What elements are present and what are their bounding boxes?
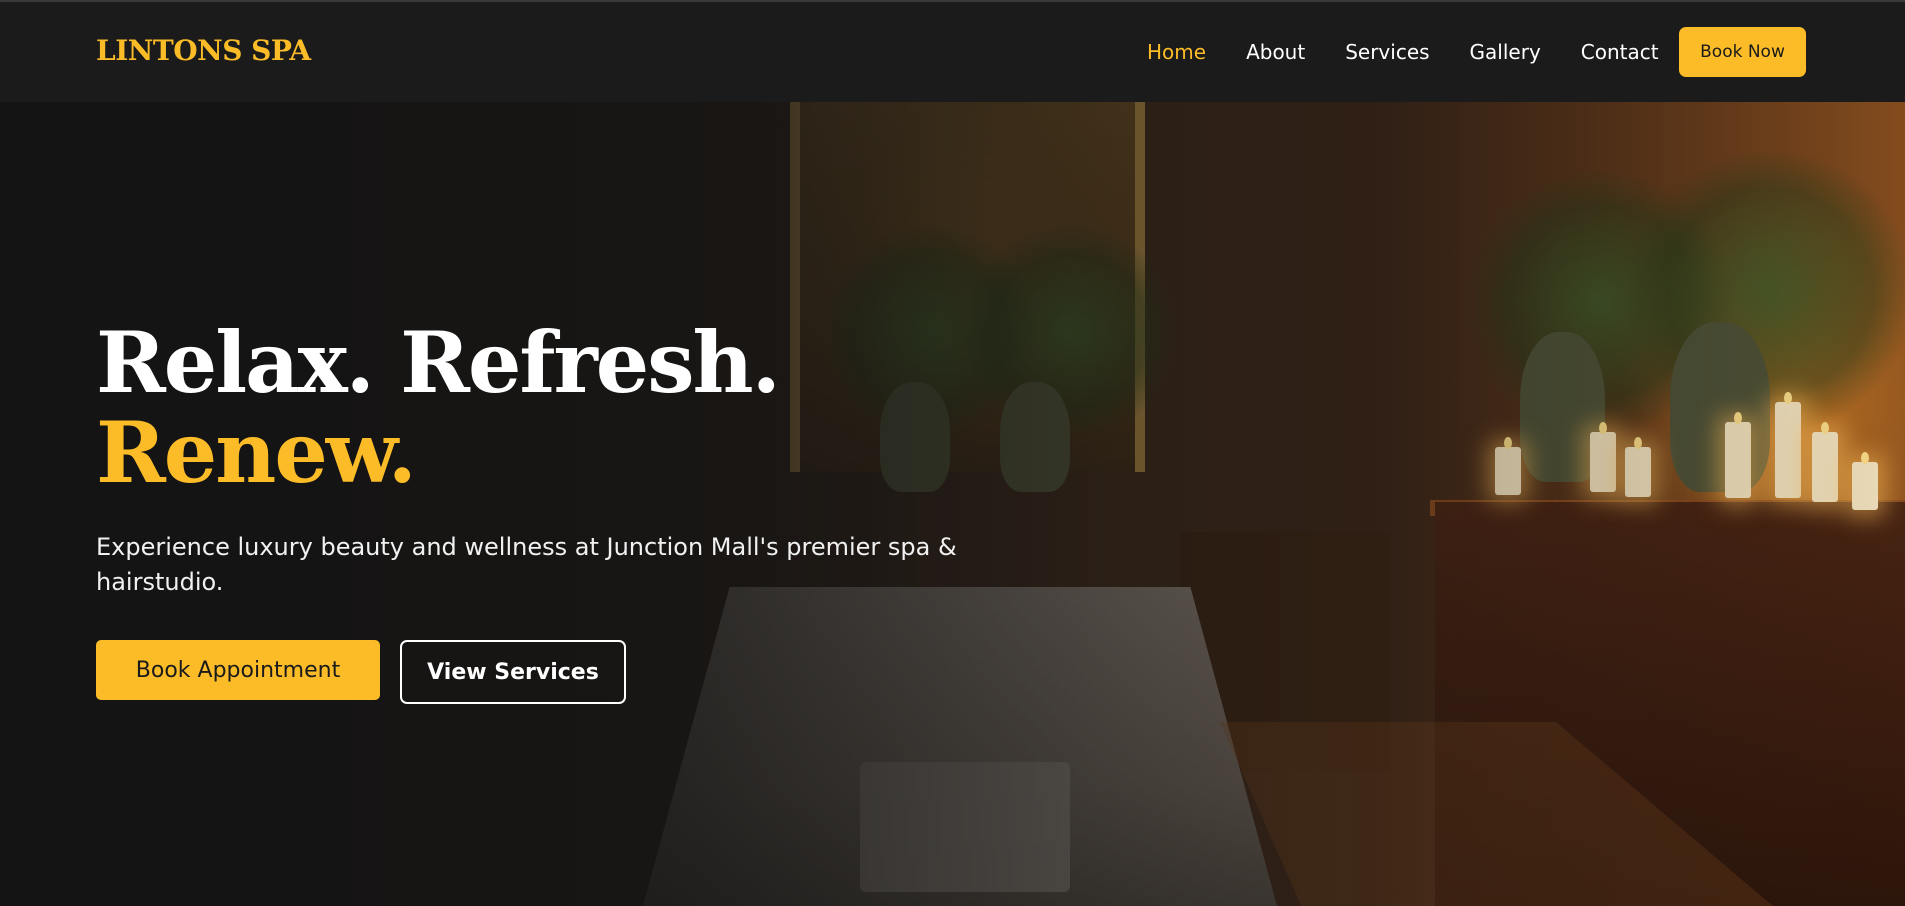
hero-headline-accent: Renew. [96, 403, 417, 502]
nav-link-services[interactable]: Services [1345, 40, 1429, 64]
brand-logo[interactable]: LINTONS SPA [96, 34, 311, 67]
view-services-button[interactable]: View Services [400, 640, 626, 704]
nav-link-home[interactable]: Home [1147, 40, 1206, 64]
book-appointment-button[interactable]: Book Appointment [96, 640, 380, 700]
nav-link-gallery[interactable]: Gallery [1470, 40, 1541, 64]
navbar: LINTONS SPA Home About Services Gallery … [0, 2, 1905, 102]
hero-subtext: Experience luxury beauty and wellness at… [96, 533, 957, 596]
nav-link-about[interactable]: About [1246, 40, 1305, 64]
hero-headline: Relax. Refresh. [96, 313, 781, 412]
nav-menu: Home About Services Gallery Contact [1147, 40, 1699, 64]
book-now-button[interactable]: Book Now [1679, 27, 1806, 77]
hero-section: Relax. Refresh. Renew. Experience luxury… [0, 102, 1905, 906]
nav-link-contact[interactable]: Contact [1581, 40, 1659, 64]
hero-content: Relax. Refresh. Renew. Experience luxury… [96, 102, 996, 906]
